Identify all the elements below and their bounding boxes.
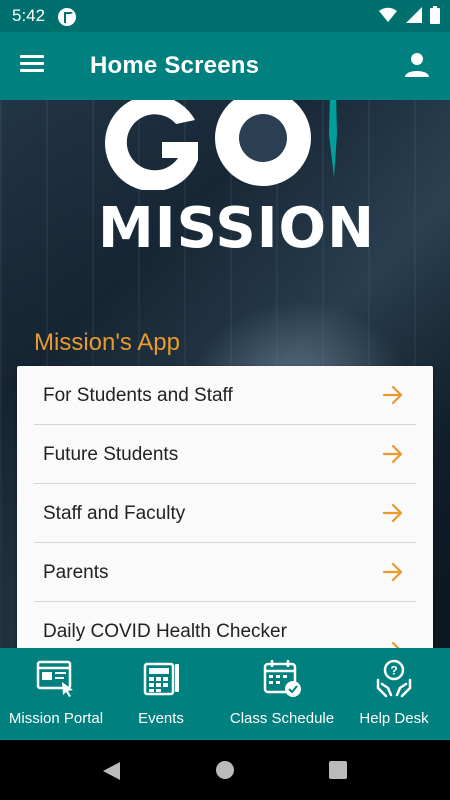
- bottom-nav: Mission Portal Events Class Schedule ? H…: [0, 648, 450, 740]
- list-item-label: Parents: [43, 562, 109, 583]
- notification-p-icon: [58, 8, 76, 26]
- calendar-grid-icon: [143, 662, 179, 696]
- arrow-right-icon: [391, 641, 400, 648]
- arrow-right-icon: [382, 444, 403, 464]
- nav-label: Events: [138, 710, 184, 727]
- arrow-right-icon: [382, 503, 403, 523]
- arrow-right-icon: [382, 562, 403, 582]
- signal-icon: [405, 7, 422, 23]
- list-item-label: Staff and Faculty: [43, 503, 186, 524]
- section-title: Mission's App: [34, 329, 180, 356]
- schedule-calendar-icon: [263, 660, 301, 697]
- nav-label: Mission Portal: [8, 710, 104, 727]
- battery-icon: [430, 6, 440, 24]
- status-icons: [375, 6, 440, 26]
- wifi-icon: [379, 7, 398, 23]
- hamburger-menu-icon[interactable]: [20, 52, 50, 80]
- list-item-future-students[interactable]: Future Students: [34, 425, 416, 484]
- status-bar: 5:42: [0, 0, 450, 32]
- back-icon[interactable]: [100, 760, 122, 782]
- svg-text:?: ?: [390, 664, 397, 678]
- list-item-label: Future Students: [43, 444, 179, 465]
- nav-class-schedule[interactable]: Class Schedule: [226, 658, 338, 727]
- nav-label: Help Desk: [359, 710, 429, 727]
- list-item-daily-covid-health-checker[interactable]: Daily COVID Health Checker: [34, 602, 416, 648]
- system-nav-bar: [0, 740, 450, 800]
- nav-mission-portal[interactable]: Mission Portal: [0, 658, 112, 727]
- recents-icon[interactable]: [328, 760, 348, 780]
- list-item-parents[interactable]: Parents: [34, 543, 416, 602]
- nav-help-desk[interactable]: ? Help Desk: [338, 658, 450, 727]
- help-hands-icon: ?: [376, 659, 412, 698]
- mission-logo-text: MISSION: [98, 196, 376, 261]
- home-icon[interactable]: [215, 760, 235, 780]
- person-icon[interactable]: [402, 50, 432, 80]
- go-logo-icon: [105, 100, 337, 190]
- list-item-label: Daily COVID Health Checker: [43, 621, 287, 642]
- app-bar: Home Screens: [0, 32, 450, 100]
- nav-label: Class Schedule: [229, 710, 335, 727]
- home-screens-list: For Students and Staff Future Students S…: [17, 366, 433, 648]
- portal-icon: [36, 660, 73, 697]
- list-item-staff-and-faculty[interactable]: Staff and Faculty: [34, 484, 416, 543]
- arrow-right-icon: [382, 385, 403, 405]
- hero-background: MISSION Mission's App For Students and S…: [0, 100, 450, 648]
- status-time: 5:42: [12, 6, 46, 25]
- page-title: Home Screens: [90, 52, 260, 79]
- list-item-for-students-and-staff[interactable]: For Students and Staff: [34, 366, 416, 425]
- nav-events[interactable]: Events: [105, 658, 217, 727]
- list-item-label: For Students and Staff: [43, 385, 233, 406]
